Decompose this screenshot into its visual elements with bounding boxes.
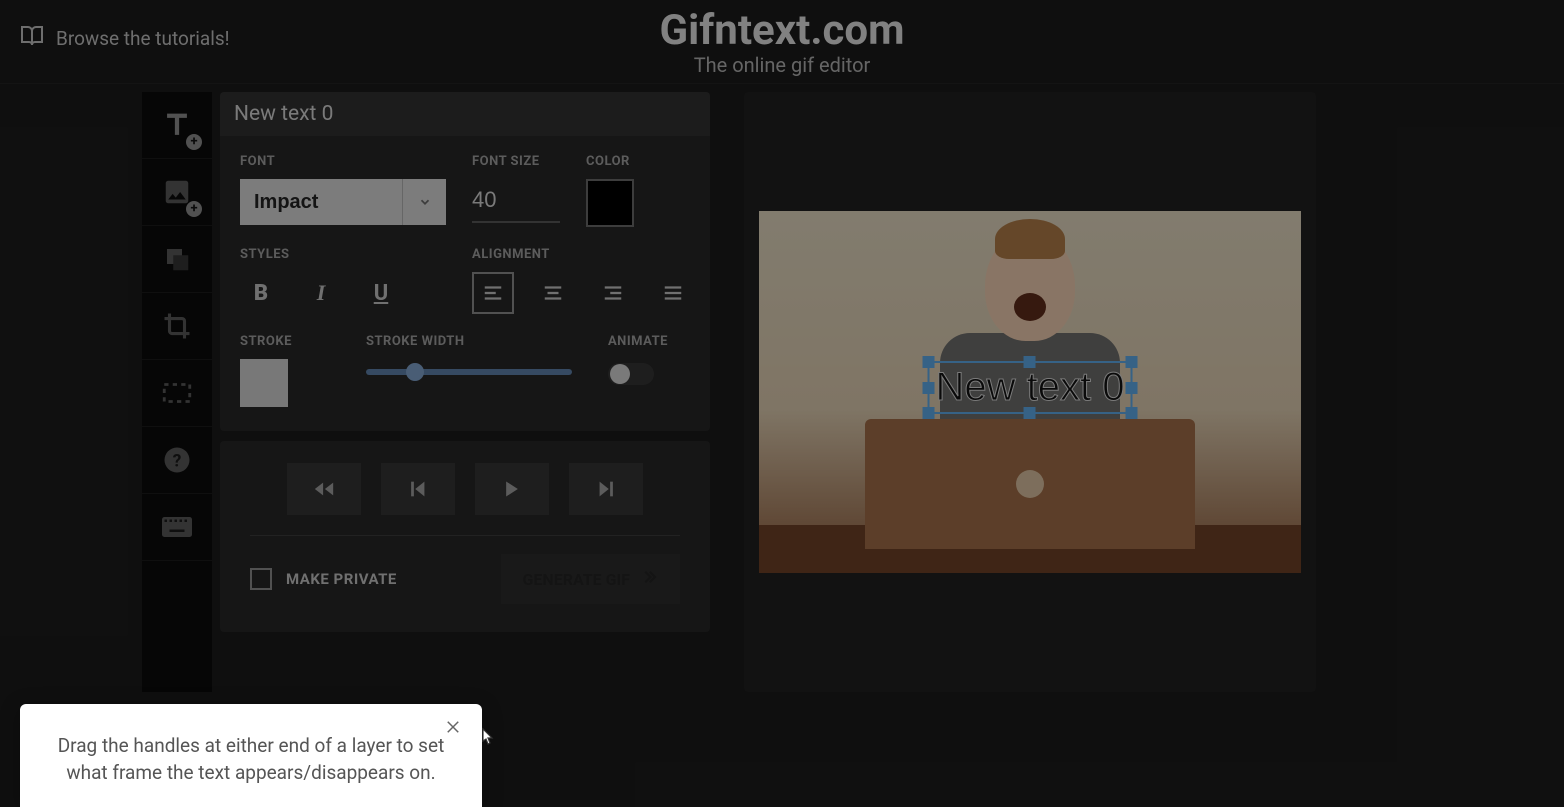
handle-mr[interactable] (1125, 382, 1137, 394)
strokewidth-field: STROKE WIDTH (366, 334, 572, 407)
chevron-down-icon (402, 179, 446, 225)
align-justify-button[interactable] (652, 272, 694, 314)
alignment-label: ALIGNMENT (472, 247, 694, 262)
stroke-swatch[interactable] (240, 359, 288, 407)
handle-bl[interactable] (923, 407, 935, 419)
toggle-thumb (610, 364, 630, 384)
apple-logo-icon (1016, 470, 1044, 498)
text-overlay[interactable]: New text 0 (928, 361, 1133, 414)
svg-text:?: ? (173, 451, 182, 471)
header: Browse the tutorials! Gifntext.com The o… (0, 0, 1564, 84)
tooltip-text: Drag the handles at either end of a laye… (46, 732, 456, 787)
bold-button[interactable]: B (240, 272, 282, 314)
handle-tc[interactable] (1024, 356, 1036, 368)
next-frame-button[interactable] (569, 463, 643, 515)
handle-tr[interactable] (1125, 356, 1137, 368)
bottom-row: MAKE PRIVATE GENERATE GIF (250, 554, 680, 604)
gif-preview[interactable]: New text 0 (759, 211, 1301, 573)
tutorials-label: Browse the tutorials! (56, 27, 230, 50)
text-properties-panel: New text 0 FONT Impact FONT SIZE (220, 92, 710, 431)
alignment-field: ALIGNMENT (472, 247, 694, 314)
handle-tl[interactable] (923, 356, 935, 368)
brand-title: Gifntext.com (660, 6, 905, 55)
tooltip-close-button[interactable] (444, 718, 462, 741)
main: ? New text 0 FONT Impact (0, 84, 1564, 692)
resize-tool[interactable] (142, 360, 212, 427)
generate-gif-button[interactable]: GENERATE GIF (501, 554, 681, 604)
laptop-graphic (865, 419, 1195, 549)
animate-label: ANIMATE (608, 334, 668, 349)
cursor-icon (476, 727, 496, 755)
overlay-text: New text 0 (936, 365, 1125, 410)
fontsize-label: FONT SIZE (472, 154, 560, 169)
align-left-button[interactable] (472, 272, 514, 314)
color-swatch[interactable] (586, 179, 634, 227)
strokewidth-label: STROKE WIDTH (366, 334, 572, 349)
keyboard-tool[interactable] (142, 494, 212, 561)
panel-title: New text 0 (220, 92, 710, 136)
stroke-field: STROKE (240, 334, 292, 407)
align-center-button[interactable] (532, 272, 574, 314)
generate-label: GENERATE GIF (523, 570, 631, 589)
brand: Gifntext.com The online gif editor (660, 6, 905, 77)
panels-column: New text 0 FONT Impact FONT SIZE (220, 92, 710, 692)
add-text-tool[interactable] (142, 92, 212, 159)
help-tool[interactable]: ? (142, 427, 212, 494)
divider (250, 535, 680, 536)
color-label: COLOR (586, 154, 634, 169)
play-button[interactable] (475, 463, 549, 515)
handle-br[interactable] (1125, 407, 1137, 419)
add-image-tool[interactable] (142, 159, 212, 226)
align-right-button[interactable] (592, 272, 634, 314)
fontsize-field: FONT SIZE (472, 154, 560, 227)
prev-frame-button[interactable] (381, 463, 455, 515)
font-field: FONT Impact (240, 154, 446, 227)
layers-tool[interactable] (142, 226, 212, 293)
italic-button[interactable]: I (300, 272, 342, 314)
browse-tutorials-link[interactable]: Browse the tutorials! (20, 24, 230, 53)
make-private-checkbox[interactable] (250, 568, 272, 590)
handle-ml[interactable] (923, 382, 935, 394)
toolbar: ? (142, 92, 212, 692)
stroke-label: STROKE (240, 334, 292, 349)
rewind-button[interactable] (287, 463, 361, 515)
handle-bc[interactable] (1024, 407, 1036, 419)
strokewidth-slider[interactable] (366, 369, 572, 375)
book-icon (20, 24, 44, 53)
animate-toggle[interactable] (608, 363, 654, 385)
canvas-area: New text 0 (744, 92, 1316, 692)
underline-button[interactable]: U (360, 272, 402, 314)
make-private-label: MAKE PRIVATE (286, 570, 397, 588)
brand-subtitle: The online gif editor (660, 53, 905, 77)
animate-field: ANIMATE (608, 334, 668, 407)
font-label: FONT (240, 154, 446, 169)
font-select[interactable]: Impact (240, 179, 446, 225)
fontsize-input[interactable] (472, 179, 560, 223)
crop-tool[interactable] (142, 293, 212, 360)
styles-field: STYLES B I U (240, 247, 402, 314)
styles-label: STYLES (240, 247, 402, 262)
chevron-right-icon (640, 568, 658, 590)
slider-thumb[interactable] (406, 363, 424, 381)
tutorial-tooltip: Drag the handles at either end of a laye… (20, 704, 482, 807)
controls-panel: MAKE PRIVATE GENERATE GIF (220, 441, 710, 632)
font-name: Impact (240, 191, 402, 214)
color-field: COLOR (586, 154, 634, 227)
playback-controls (250, 463, 680, 515)
